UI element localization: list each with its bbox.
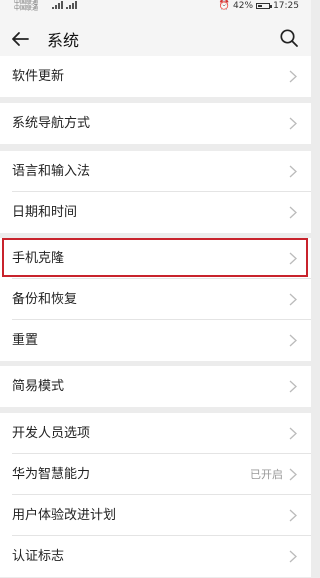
- settings-item-reset[interactable]: 重置: [0, 320, 311, 361]
- chevron-right-icon: [289, 380, 297, 393]
- chevron-right-icon: [289, 293, 297, 306]
- chevron-right-icon: [289, 165, 297, 178]
- settings-group-navigation: 系统导航方式: [0, 103, 311, 144]
- chevron-right-icon: [289, 117, 297, 130]
- settings-item-label: 开发人员选项: [12, 426, 91, 441]
- arrow-left-icon[interactable]: [10, 29, 30, 49]
- carrier-2: 中国联通: [14, 5, 39, 12]
- settings-item-simple-mode[interactable]: 简易模式: [0, 366, 311, 407]
- settings-item-label: 用户体验改进计划: [12, 508, 117, 523]
- chevron-right-icon: [289, 468, 297, 481]
- settings-item-status: 已开启: [250, 468, 283, 481]
- carrier-info: 中国联通 中国联通: [14, 0, 38, 12]
- settings-item-navigation[interactable]: 系统导航方式: [0, 103, 311, 144]
- settings-item-certification[interactable]: 认证标志: [0, 536, 311, 577]
- settings-item-huawei-ai[interactable]: 华为智慧能力 已开启: [0, 454, 311, 495]
- clock: 17:25: [273, 1, 299, 11]
- chevron-right-icon: [289, 427, 297, 440]
- settings-item-label: 重置: [12, 333, 39, 348]
- settings-item-software-update[interactable]: 软件更新: [0, 56, 311, 97]
- battery-icon: [256, 3, 273, 9]
- settings-item-date-time[interactable]: 日期和时间: [0, 192, 311, 233]
- app-bar: 系统: [0, 14, 311, 62]
- chevron-right-icon: [289, 550, 297, 563]
- status-right: ⏰ 42% 17:25: [219, 1, 299, 11]
- chevron-right-icon: [289, 70, 297, 83]
- settings-item-label: 日期和时间: [12, 205, 78, 220]
- settings-item-backup-restore[interactable]: 备份和恢复: [0, 279, 311, 320]
- settings-item-label: 手机克隆: [12, 251, 65, 266]
- page-title: 系统: [47, 31, 80, 50]
- search-icon[interactable]: [279, 28, 299, 48]
- settings-item-label: 备份和恢复: [12, 292, 78, 307]
- settings-item-label: 系统导航方式: [12, 116, 91, 131]
- settings-group-simple-mode: 简易模式: [0, 366, 311, 407]
- settings-group-language-date: 语言和输入法 日期和时间: [0, 151, 311, 233]
- status-bar: 中国联通 中国联通 ⏰ 42% 17:25: [0, 0, 311, 14]
- settings-item-label: 认证标志: [12, 549, 65, 564]
- settings-item-label: 简易模式: [12, 379, 65, 394]
- settings-item-language-input[interactable]: 语言和输入法: [0, 151, 311, 192]
- chevron-right-icon: [289, 252, 297, 265]
- chevron-right-icon: [289, 334, 297, 347]
- settings-group-advanced: 开发人员选项 华为智慧能力 已开启 用户体验改进计划 认证标志: [0, 413, 311, 577]
- battery-percent: 42%: [233, 1, 254, 11]
- alarm-icon: ⏰: [218, 1, 231, 11]
- settings-item-label: 语言和输入法: [12, 164, 91, 179]
- settings-group-update: 软件更新: [0, 56, 311, 97]
- settings-item-label: 软件更新: [12, 69, 65, 84]
- settings-item-developer-options[interactable]: 开发人员选项: [0, 413, 311, 454]
- signal-icon: [52, 1, 78, 11]
- chevron-right-icon: [289, 206, 297, 219]
- settings-item-label: 华为智慧能力: [12, 467, 91, 482]
- settings-group-clone-backup: 手机克隆 备份和恢复 重置: [0, 238, 311, 361]
- chevron-right-icon: [289, 509, 297, 522]
- settings-item-phone-clone[interactable]: 手机克隆: [0, 238, 311, 279]
- battery-level: [258, 5, 263, 7]
- settings-item-user-experience[interactable]: 用户体验改进计划: [0, 495, 311, 536]
